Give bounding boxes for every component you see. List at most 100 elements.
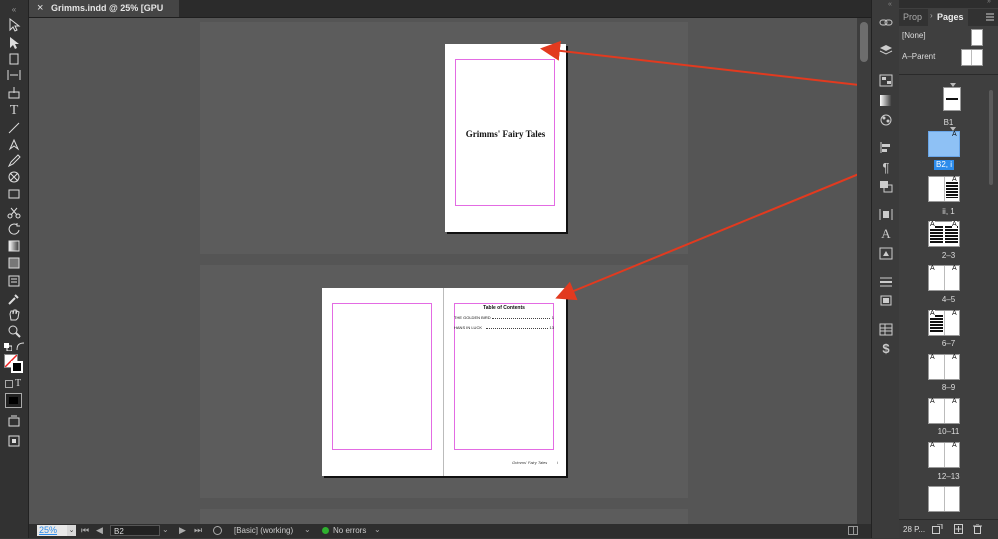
page-thumb-b1[interactable] — [943, 87, 961, 111]
direct-selection-tool-icon[interactable] — [6, 36, 22, 50]
page-label-ii-1: ii, 1 — [942, 207, 955, 216]
apply-color-icon[interactable] — [5, 393, 22, 408]
page-dropdown-icon[interactable]: ⌄ — [162, 525, 169, 534]
zoom-tool-icon[interactable] — [6, 324, 22, 338]
gradient-swatch-tool-icon[interactable] — [6, 239, 22, 253]
master-none-label[interactable]: [None] — [902, 31, 926, 40]
page-label-2-3: 2–3 — [941, 251, 956, 260]
page-thumb-2-3[interactable]: A A — [928, 221, 960, 247]
character-styles-icon[interactable]: A — [879, 227, 893, 240]
screen-mode-icon[interactable] — [6, 434, 22, 448]
tab-pages[interactable]: › Pages — [928, 9, 968, 26]
page-label-b2-i[interactable]: B2, i — [934, 160, 955, 170]
content-collector-icon[interactable] — [6, 86, 22, 100]
page-label-8-9: 8–9 — [941, 383, 956, 392]
preflight-profile-dropdown-icon[interactable]: ⌄ — [304, 525, 311, 534]
page-thumb-b2-i[interactable]: A — [928, 131, 960, 157]
expand-panels-icon[interactable]: « — [888, 1, 892, 8]
document-tab[interactable]: × Grimms.indd @ 25% [GPU Preview] — [29, 0, 179, 30]
fill-stroke-swatch[interactable] — [4, 354, 24, 374]
collapse-tools-icon[interactable]: « — [6, 3, 22, 17]
paragraph-icon[interactable]: ¶ — [879, 161, 893, 174]
master-a-parent-thumb[interactable] — [961, 49, 983, 66]
close-tab-icon[interactable]: × — [37, 0, 43, 17]
page-thumb-ii-1[interactable]: A — [928, 176, 960, 202]
hand-tool-icon[interactable] — [6, 308, 22, 322]
selection-tool-icon[interactable] — [6, 18, 22, 32]
line-tool-icon[interactable] — [6, 121, 22, 135]
rectangle-tool-icon[interactable] — [6, 187, 22, 201]
default-fill-stroke-icon[interactable] — [4, 342, 13, 352]
last-spread-icon[interactable]: ⏭ — [194, 525, 202, 536]
page-number-field[interactable]: B2 — [110, 525, 160, 536]
page-tool-icon[interactable] — [6, 52, 22, 66]
parent-prefix: A — [930, 442, 935, 449]
preflight-spinner-icon — [213, 526, 222, 535]
align-icon[interactable] — [879, 141, 893, 154]
master-a-parent-label[interactable]: A–Parent — [902, 52, 935, 61]
tab-properties[interactable]: Prop — [903, 12, 922, 22]
rectangle-frame-tool-icon[interactable] — [6, 170, 22, 184]
vertical-scrollbar[interactable] — [857, 18, 871, 524]
free-transform-tool-icon[interactable] — [6, 222, 22, 236]
first-spread-icon[interactable]: ⏮ — [81, 525, 89, 536]
view-mode-icon[interactable] — [6, 414, 22, 428]
parent-prefix: A — [930, 265, 935, 272]
cc-libraries-icon[interactable]: $ — [879, 342, 893, 355]
scissors-tool-icon[interactable] — [6, 206, 22, 220]
text-wrap-icon[interactable] — [879, 208, 893, 221]
effects-icon[interactable] — [879, 294, 893, 307]
panel-divider — [899, 74, 998, 75]
page-thumb-10-11[interactable]: A A — [928, 398, 960, 424]
note-tool-icon[interactable] — [6, 274, 22, 288]
formatting-container-icon[interactable] — [5, 380, 13, 388]
panel-menu-icon[interactable] — [986, 12, 994, 21]
page-thumb-12-13[interactable]: A A — [928, 442, 960, 468]
page-thumb-next[interactable] — [928, 486, 960, 512]
page-thumb-6-7[interactable]: A A — [928, 310, 960, 336]
parent-prefix: A — [930, 310, 935, 317]
stroke-icon[interactable] — [879, 275, 893, 288]
type-tool-icon[interactable]: T — [6, 104, 22, 118]
page-label-12-13: 12–13 — [937, 472, 960, 481]
zoom-field[interactable]: 25% — [37, 525, 67, 536]
master-none-thumb[interactable] — [971, 29, 983, 46]
delete-page-icon[interactable] — [973, 523, 982, 534]
scrollbar-thumb[interactable] — [860, 22, 868, 62]
panel-header-strip: » — [899, 0, 998, 8]
split-window-icon[interactable] — [848, 526, 858, 535]
edit-page-size-icon[interactable] — [932, 523, 943, 534]
gradient-icon[interactable] — [879, 94, 893, 107]
table-icon[interactable] — [879, 323, 893, 336]
page-label-4-5: 4–5 — [941, 295, 956, 304]
collapse-panel-icon[interactable]: » — [987, 0, 991, 5]
links-icon[interactable] — [879, 16, 893, 29]
page-thumb-8-9[interactable]: A A — [928, 354, 960, 380]
preflight-profile[interactable]: [Basic] (working) — [234, 525, 293, 537]
swatches-icon[interactable] — [879, 74, 893, 87]
tools-panel: « T T — [0, 0, 29, 538]
next-page-icon[interactable]: ▶ — [179, 525, 186, 536]
zoom-dropdown-icon[interactable]: ⌄ — [67, 525, 76, 536]
formatting-text-icon[interactable]: T — [15, 378, 21, 389]
preflight-menu-icon[interactable]: ⌄ — [374, 525, 381, 534]
page-thumb-4-5[interactable]: A A — [928, 265, 960, 291]
create-new-page-icon[interactable] — [954, 524, 963, 534]
layers-icon[interactable] — [879, 44, 893, 57]
gap-tool-icon[interactable] — [6, 68, 22, 82]
previous-page-icon[interactable]: ◀ — [96, 525, 103, 536]
pencil-tool-icon[interactable] — [6, 154, 22, 168]
parent-prefix: A — [930, 398, 935, 405]
document-canvas[interactable]: Grimms' Fairy Tales Table of Contents TH… — [29, 18, 857, 524]
color-icon[interactable] — [879, 113, 893, 126]
page-label-b1: B1 — [943, 118, 954, 127]
tab-pages-label: Pages — [937, 12, 964, 22]
pen-tool-icon[interactable] — [6, 138, 22, 152]
status-bar: 25% ⌄ ⏮ ◀ B2 ⌄ ▶ ⏭ [Basic] (working) ⌄ N… — [29, 524, 871, 538]
panel-tabs: Prop › Pages — [899, 9, 998, 26]
pathfinder-icon[interactable] — [879, 180, 893, 193]
gradient-feather-tool-icon[interactable] — [6, 256, 22, 270]
swap-fill-stroke-icon[interactable] — [16, 342, 25, 351]
eyedropper-tool-icon[interactable] — [6, 292, 22, 306]
object-styles-icon[interactable] — [879, 247, 893, 260]
